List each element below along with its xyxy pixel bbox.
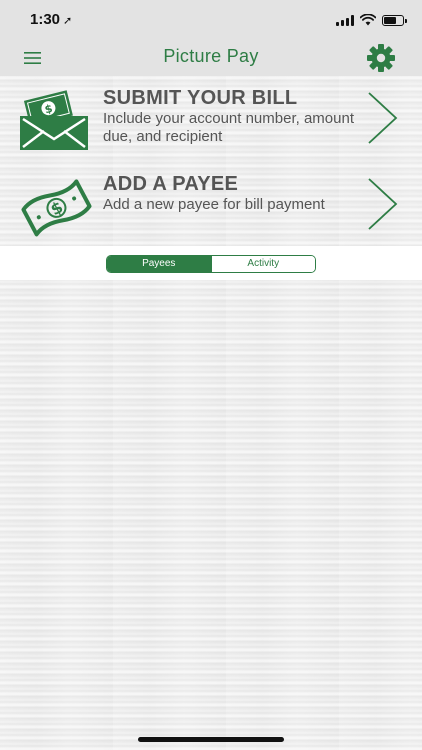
segmented-control: Payees Activity — [106, 255, 316, 273]
status-icons — [336, 13, 407, 27]
status-time: 1:30 ➚ — [30, 11, 72, 28]
submit-bill-subtitle: Include your account number, amount due,… — [103, 110, 354, 145]
add-payee-subtitle: Add a new payee for bill payment — [103, 196, 325, 213]
add-payee-row[interactable]: $ ADD A PAYEE Add a new payee for bill p… — [0, 164, 422, 250]
tab-payees[interactable]: Payees — [107, 256, 211, 272]
battery-icon — [382, 14, 407, 26]
status-time-text: 1:30 — [30, 11, 61, 28]
page-title: Picture Pay — [163, 46, 259, 66]
submit-bill-row[interactable]: $ SUBMIT YOUR BILL Include your account … — [0, 78, 422, 164]
settings-button[interactable] — [366, 43, 396, 73]
status-bar: 1:30 ➚ — [0, 0, 422, 40]
nav-bar: Picture Pay — [0, 40, 422, 76]
chevron-right-icon — [368, 178, 398, 230]
gear-icon — [367, 44, 395, 72]
tab-activity[interactable]: Activity — [210, 256, 315, 272]
location-arrow-icon: ➚ — [63, 15, 73, 27]
submit-bill-title: SUBMIT YOUR BILL — [103, 87, 298, 109]
chevron-right-icon — [368, 92, 398, 144]
add-payee-text: ADD A PAYEE Add a new payee for bill pay… — [103, 172, 358, 214]
dollar-bill-icon: $ — [21, 179, 92, 237]
segment-bar: Payees Activity — [0, 246, 422, 280]
home-indicator[interactable] — [138, 737, 284, 742]
add-payee-title: ADD A PAYEE — [103, 173, 239, 195]
payees-list — [0, 280, 422, 750]
wifi-icon — [360, 14, 376, 26]
submit-bill-text: SUBMIT YOUR BILL Include your account nu… — [103, 86, 358, 146]
cellular-signal-icon — [336, 14, 354, 26]
bill-envelope-icon: $ — [20, 90, 88, 150]
